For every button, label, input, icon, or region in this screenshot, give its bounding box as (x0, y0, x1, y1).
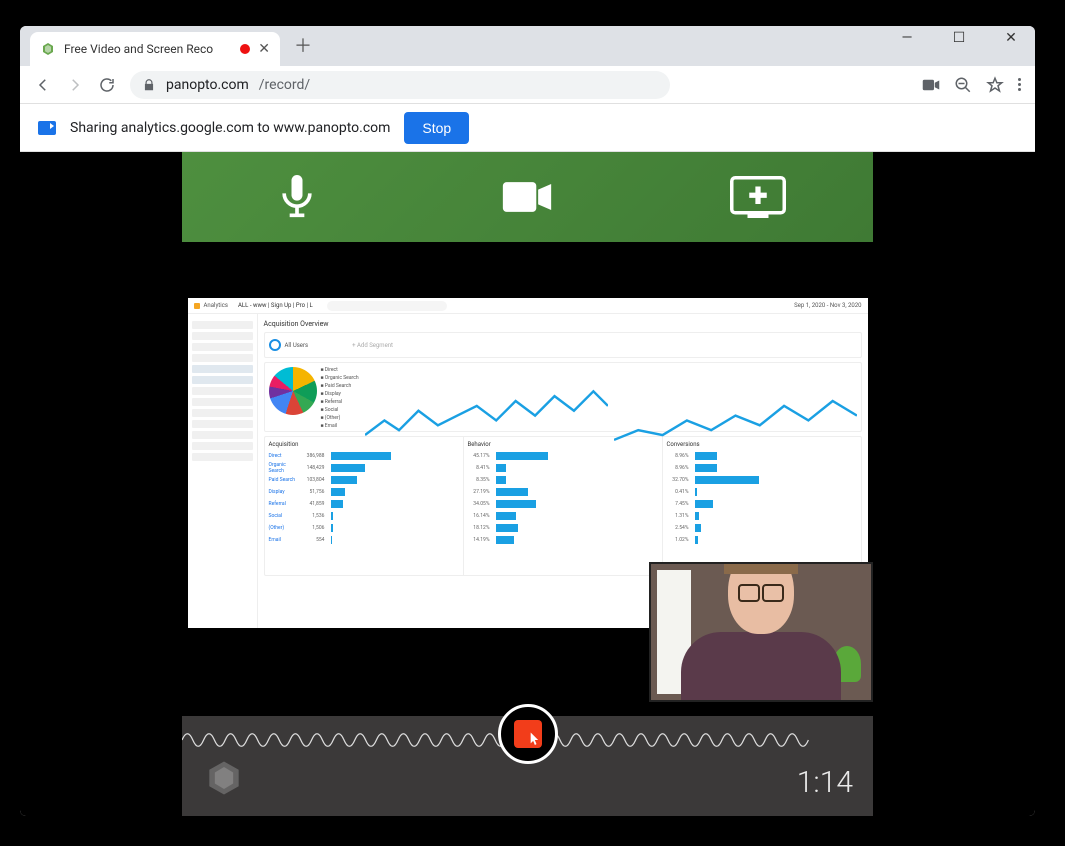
tab-title: Free Video and Screen Reco (64, 42, 232, 56)
bookmark-star-icon[interactable] (986, 76, 1004, 94)
ga-sidebar-item-acquisition (192, 365, 253, 373)
maximize-button[interactable]: ☐ (945, 30, 973, 46)
browser-toolbar: panopto.com/record/ (20, 66, 1035, 104)
browser-tab[interactable]: Free Video and Screen Reco ✕ (30, 32, 280, 66)
screen-add-icon[interactable] (730, 169, 786, 225)
share-message: Sharing analytics.google.com to www.pano… (70, 120, 390, 136)
ga-charts-row: DirectOrganic SearchPaid SearchDisplay R… (264, 362, 862, 432)
tab-strip: Free Video and Screen Reco ✕ ＋ — ☐ ✕ (20, 26, 1035, 66)
ga-logo-icon (194, 303, 200, 309)
lock-icon (142, 78, 156, 92)
browser-window: Free Video and Screen Reco ✕ ＋ — ☐ ✕ (20, 26, 1035, 816)
url-domain: panopto.com (166, 77, 249, 93)
ga-segment-circle-icon (269, 339, 281, 351)
ga-account-switcher: ALL - www | Sign Up | Pro | L (238, 302, 313, 309)
ga-date-range: Sep 1, 2020 - Nov 3, 2020 (794, 302, 861, 309)
ga-page-title: Acquisition Overview (264, 320, 862, 328)
stop-square-icon (514, 720, 542, 748)
forward-button[interactable] (66, 76, 84, 94)
capture-mode-bar (182, 152, 873, 242)
camera-icon[interactable] (922, 78, 940, 92)
minimize-button[interactable]: — (893, 30, 921, 46)
ga-segment-bar: All Users + Add Segment (264, 332, 862, 358)
panopto-favicon-icon (40, 41, 56, 57)
ga-segment-label: All Users (285, 342, 309, 349)
recording-timer: 1:14 (797, 765, 853, 800)
new-tab-button[interactable]: ＋ (294, 32, 312, 58)
close-window-button[interactable]: ✕ (997, 30, 1025, 46)
ga-top-channels-card: DirectOrganic SearchPaid SearchDisplay R… (269, 367, 359, 427)
recording-indicator-icon (240, 44, 250, 54)
capture-preview: Analytics ALL - www | Sign Up | Pro | L … (182, 242, 873, 716)
screen-share-icon (38, 121, 56, 135)
webcam-person (671, 562, 851, 702)
address-bar[interactable]: panopto.com/record/ (130, 71, 670, 99)
screen-sharing-bar: Sharing analytics.google.com to www.pano… (20, 104, 1035, 152)
audio-waveform-icon (182, 722, 812, 758)
ga-pie-legend: DirectOrganic SearchPaid SearchDisplay R… (321, 367, 359, 427)
url-path: /record/ (259, 77, 310, 93)
webcam-preview[interactable] (649, 562, 873, 702)
cursor-pointer-icon (524, 730, 544, 750)
ga-sidebar (188, 314, 258, 628)
ga-conversions-chart (614, 367, 857, 427)
ga-product-label: Analytics (204, 302, 228, 309)
tab-close-icon[interactable]: ✕ (258, 41, 270, 57)
recorder-content: Analytics ALL - www | Sign Up | Pro | L … (20, 152, 1035, 816)
ga-users-chart (365, 367, 608, 427)
stop-recording-button[interactable] (498, 704, 558, 764)
back-button[interactable] (34, 76, 52, 94)
camera-video-icon[interactable] (499, 169, 555, 225)
ga-add-segment: + Add Segment (352, 342, 393, 349)
ga-search-input (327, 301, 447, 311)
ga-sidebar-item-overview (192, 376, 253, 384)
panopto-logo-icon (202, 756, 246, 800)
ga-pie-chart (269, 367, 317, 415)
recorder-bottom-bar: 1:14 (182, 716, 873, 816)
ga-header: Analytics ALL - www | Sign Up | Pro | L … (188, 298, 868, 314)
microphone-icon[interactable] (269, 169, 325, 225)
stop-sharing-button[interactable]: Stop (404, 112, 469, 144)
reload-button[interactable] (98, 76, 116, 94)
browser-menu-button[interactable] (1018, 78, 1021, 91)
zoom-out-icon[interactable] (954, 76, 972, 94)
window-controls: — ☐ ✕ (893, 30, 1025, 46)
